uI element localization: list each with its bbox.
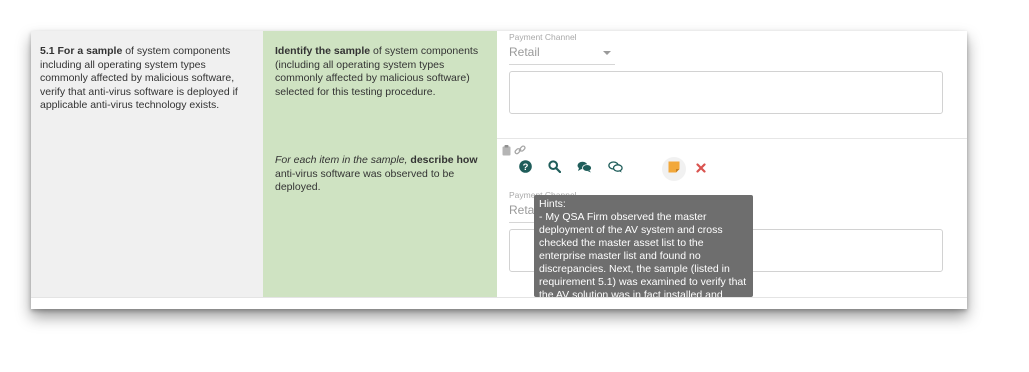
sticky-note-icon: [668, 160, 680, 178]
row-divider: [497, 138, 967, 139]
close-button[interactable]: [689, 157, 713, 181]
payment-channel-value-1: Retail: [509, 45, 540, 59]
testing-procedure-1: Identify the sample of system components…: [275, 45, 487, 99]
testing-procedures-column: Identify the sample of system components…: [263, 31, 497, 297]
clipboard-icon[interactable]: [502, 143, 511, 161]
testing-procedure-2: For each item in the sample, describe ho…: [275, 154, 487, 195]
hints-tooltip: Hints: - My QSA Firm observed the master…: [534, 195, 753, 297]
procedure-2-italic: For each item in the sample,: [275, 154, 408, 166]
tooltip-body: - My QSA Firm observed the master deploy…: [539, 211, 747, 297]
payment-channel-label-1: Payment Channel: [509, 32, 577, 42]
requirement-column: 5.1 For a sample of system components in…: [31, 31, 264, 297]
search-icon: [547, 160, 561, 178]
sticky-note-button[interactable]: [662, 157, 686, 181]
requirement-card: 5.1 For a sample of system components in…: [31, 31, 967, 309]
help-button[interactable]: ?: [513, 157, 537, 181]
comments-icon: [577, 160, 592, 178]
requirement-text: 5.1 For a sample of system components in…: [40, 45, 250, 113]
comments-button[interactable]: [572, 157, 596, 181]
requirement-number: 5.1 For a sample: [40, 45, 123, 57]
tooltip-title: Hints:: [539, 198, 566, 210]
help-icon: ?: [518, 160, 532, 178]
procedure-1-emphasis: Identify the sample: [275, 45, 371, 57]
payment-channel-select-1[interactable]: Retail: [509, 43, 615, 65]
svg-text:?: ?: [522, 162, 528, 173]
next-row-strip: [31, 297, 967, 309]
chevron-down-icon: [603, 51, 611, 55]
search-button[interactable]: [542, 157, 566, 181]
close-icon: [696, 160, 706, 178]
comment-outline-button[interactable]: [603, 157, 627, 181]
comment-outline-icon: [607, 160, 623, 178]
response-textarea-1[interactable]: [509, 71, 943, 114]
procedure-2-emphasis: describe how: [407, 154, 478, 166]
procedure-2-text: anti-virus software was observed to be d…: [275, 167, 455, 194]
